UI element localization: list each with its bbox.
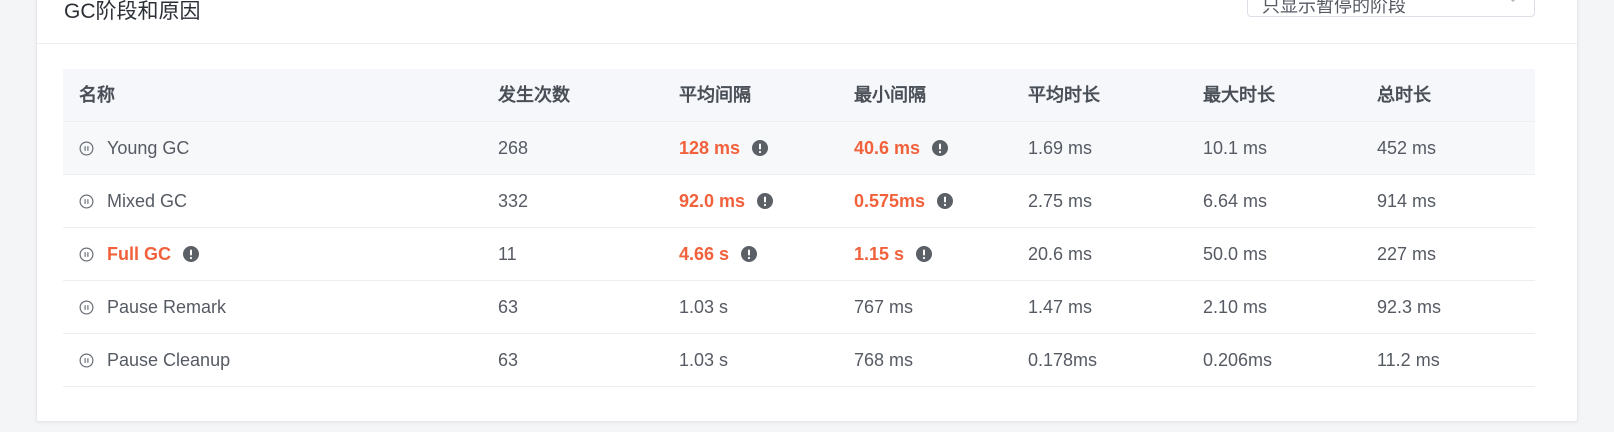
- avg-interval-cell: 1.03 s: [679, 297, 729, 317]
- avg-duration-cell: 0.178ms: [1028, 350, 1098, 370]
- exclamation-circle-icon[interactable]: [741, 246, 758, 262]
- total-duration-cell: 914 ms: [1377, 191, 1437, 211]
- table-row: Pause Remark 63 1.03 s 767 ms 1.47 ms 2.…: [63, 281, 1535, 334]
- card-header: GC阶段和原因 只显示暂停的阶段: [37, 0, 1577, 44]
- phase-name-cell: Pause Remark: [79, 281, 226, 333]
- table-header: 名称 发生次数 平均间隔 最小间隔 平均时长 最大时长 总时长: [63, 69, 1535, 122]
- count-cell: 268: [498, 138, 529, 158]
- phase-name-cell: Full GC: [79, 228, 199, 280]
- max-duration-cell: 6.64 ms: [1203, 191, 1268, 211]
- avg-duration-cell: 2.75 ms: [1028, 191, 1093, 211]
- phase-name: Young GC: [107, 138, 190, 158]
- chevron-down-icon: [1510, 0, 1516, 3]
- column-header-avg-interval[interactable]: 平均间隔: [679, 69, 751, 121]
- phase-name-cell: Mixed GC: [79, 175, 187, 227]
- max-duration-cell: 2.10 ms: [1203, 297, 1268, 317]
- exclamation-circle-icon[interactable]: [937, 193, 954, 209]
- min-interval-cell: 40.6 ms: [854, 122, 949, 174]
- exclamation-circle-icon[interactable]: [757, 193, 774, 209]
- total-duration-cell: 11.2 ms: [1377, 350, 1440, 370]
- exclamation-circle-icon[interactable]: [183, 246, 199, 262]
- filter-select-value: 只显示暂停的阶段: [1262, 0, 1406, 16]
- min-interval-cell: 0.575ms: [854, 175, 954, 227]
- total-duration-cell: 227 ms: [1377, 244, 1437, 264]
- card-title: GC阶段和原因: [64, 0, 201, 23]
- column-header-count[interactable]: 发生次数: [498, 69, 570, 121]
- min-interval-cell: 767 ms: [854, 297, 914, 317]
- table-row: Pause Cleanup 63 1.03 s 768 ms 0.178ms 0…: [63, 334, 1535, 387]
- min-interval-cell: 768 ms: [854, 350, 914, 370]
- phase-name: Pause Cleanup: [107, 350, 231, 370]
- min-interval-cell: 1.15 s: [854, 228, 933, 280]
- avg-duration-cell: 1.69 ms: [1028, 138, 1093, 158]
- column-header-avg-duration[interactable]: 平均时长: [1028, 69, 1100, 121]
- phase-name: Mixed GC: [107, 191, 188, 211]
- column-header-name[interactable]: 名称: [79, 69, 115, 121]
- avg-interval-value: 128 ms: [679, 138, 741, 158]
- column-header-min-interval[interactable]: 最小间隔: [854, 69, 926, 121]
- avg-interval-cell: 4.66 s: [679, 228, 758, 280]
- avg-interval-value: 4.66 s: [679, 244, 730, 264]
- avg-interval-value: 92.0 ms: [679, 191, 746, 211]
- pause-circle-icon: [79, 194, 94, 208]
- exclamation-circle-icon[interactable]: [916, 246, 933, 262]
- pause-circle-icon: [79, 247, 94, 261]
- avg-interval-cell: 92.0 ms: [679, 175, 774, 227]
- count-cell: 332: [498, 191, 529, 211]
- column-header-max-duration[interactable]: 最大时长: [1203, 69, 1275, 121]
- pause-phase-filter-select[interactable]: 只显示暂停的阶段: [1247, 0, 1535, 17]
- total-duration-cell: 92.3 ms: [1377, 297, 1442, 317]
- min-interval-value: 0.575ms: [854, 191, 926, 211]
- table-row: Mixed GC 332 92.0 ms 0.575ms 2.75 ms 6.6…: [63, 175, 1535, 228]
- avg-duration-cell: 1.47 ms: [1028, 297, 1093, 317]
- pause-circle-icon: [79, 300, 94, 314]
- pause-circle-icon: [79, 141, 94, 155]
- exclamation-circle-icon[interactable]: [752, 140, 769, 156]
- total-duration-cell: 452 ms: [1377, 138, 1437, 158]
- column-header-total[interactable]: 总时长: [1377, 69, 1431, 121]
- avg-duration-cell: 20.6 ms: [1028, 244, 1093, 264]
- avg-interval-cell: 1.03 s: [679, 350, 729, 370]
- phase-name-cell: Pause Cleanup: [79, 334, 230, 386]
- min-interval-value: 40.6 ms: [854, 138, 921, 158]
- phase-name-cell: Young GC: [79, 122, 189, 174]
- phase-name: Pause Remark: [107, 297, 227, 317]
- avg-interval-cell: 128 ms: [679, 122, 769, 174]
- count-cell: 63: [498, 350, 519, 370]
- max-duration-cell: 10.1 ms: [1203, 138, 1268, 158]
- count-cell: 63: [498, 297, 519, 317]
- max-duration-cell: 0.206ms: [1203, 350, 1273, 370]
- phase-name: Full GC: [107, 244, 171, 264]
- count-cell: 11: [498, 244, 517, 264]
- gc-phases-card: GC阶段和原因 只显示暂停的阶段 名称 发生次数 平均间隔 最小间隔 平均时长 …: [36, 0, 1578, 422]
- max-duration-cell: 50.0 ms: [1203, 244, 1268, 264]
- min-interval-value: 1.15 s: [854, 244, 905, 264]
- gc-phases-table: 名称 发生次数 平均间隔 最小间隔 平均时长 最大时长 总时长 Young GC…: [63, 69, 1535, 387]
- table-row: Young GC 268 128 ms 40.6 ms 1.69 ms 10.1…: [63, 122, 1535, 175]
- table-row: Full GC 11 4.66 s 1.15 s 20.6 ms 50.0 ms…: [63, 228, 1535, 281]
- pause-circle-icon: [79, 353, 94, 367]
- exclamation-circle-icon[interactable]: [932, 140, 949, 156]
